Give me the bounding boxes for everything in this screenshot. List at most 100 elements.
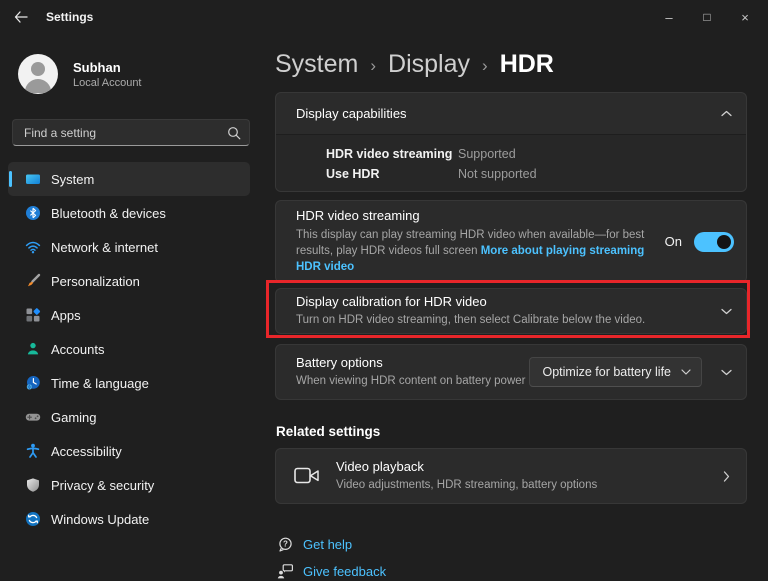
capability-label: HDR video streaming — [326, 147, 458, 161]
sidebar-item-label: Apps — [51, 308, 81, 323]
related-settings-heading: Related settings — [276, 424, 380, 439]
get-help-label: Get help — [303, 537, 352, 552]
sidebar-item-label: Network & internet — [51, 240, 158, 255]
video-playback-card[interactable]: Video playback Video adjustments, HDR st… — [275, 448, 747, 504]
time-language-icon — [25, 375, 41, 391]
battery-options-description: When viewing HDR content on battery powe… — [296, 373, 529, 389]
selection-indicator — [9, 171, 12, 187]
capability-value: Supported — [458, 147, 516, 161]
avatar[interactable] — [18, 54, 58, 94]
sidebar-item-gaming[interactable]: Gaming — [8, 400, 250, 434]
settings-window: Settings – □ × Subhan Local Account — [0, 0, 768, 581]
toggle-knob — [717, 235, 731, 249]
give-feedback-label: Give feedback — [303, 564, 386, 579]
battery-options-card: Battery options When viewing HDR content… — [275, 344, 747, 400]
dropdown-selected-value: Optimize for battery life — [542, 365, 671, 379]
chevron-up-icon[interactable] — [720, 108, 732, 120]
capability-row: HDR video streaming Supported — [276, 144, 746, 164]
gaming-icon — [25, 409, 41, 425]
sidebar-item-label: Personalization — [51, 274, 140, 289]
display-calibration-text: Display calibration for HDR video Turn o… — [296, 294, 720, 328]
breadcrumb-separator: › — [482, 53, 488, 76]
toggle-state-label: On — [665, 234, 682, 249]
sidebar: Subhan Local Account System — [0, 34, 262, 581]
video-playback-icon — [294, 466, 320, 486]
display-calibration-card[interactable]: Display calibration for HDR video Turn o… — [275, 288, 747, 334]
chevron-right-icon — [720, 470, 732, 482]
search-icon[interactable] — [223, 126, 245, 140]
breadcrumb-display[interactable]: Display — [388, 50, 470, 79]
chevron-down-icon[interactable] — [720, 305, 732, 317]
display-calibration-description: Turn on HDR video streaming, then select… — [296, 312, 720, 328]
network-icon — [25, 239, 41, 255]
sidebar-item-personalization[interactable]: Personalization — [8, 264, 250, 298]
get-help-link[interactable]: ? Get help — [277, 536, 352, 553]
hdr-video-streaming-title: HDR video streaming — [296, 208, 665, 223]
display-capabilities-body: HDR video streaming Supported Use HDR No… — [276, 134, 746, 192]
capability-value: Not supported — [458, 167, 537, 181]
accounts-icon — [25, 341, 41, 357]
sidebar-item-network-internet[interactable]: Network & internet — [8, 230, 250, 264]
get-help-icon: ? — [277, 536, 294, 553]
sidebar-item-label: Accessibility — [51, 444, 122, 459]
sidebar-item-label: Time & language — [51, 376, 149, 391]
display-capabilities-title: Display capabilities — [296, 106, 720, 121]
avatar-body — [25, 79, 51, 93]
sidebar-item-system[interactable]: System — [8, 162, 250, 196]
sidebar-item-label: System — [51, 172, 94, 187]
window-title: Settings — [46, 10, 93, 24]
search-box[interactable] — [12, 119, 250, 146]
hdr-streaming-toggle[interactable] — [694, 232, 734, 252]
hdr-video-streaming-description: This display can play streaming HDR vide… — [296, 227, 665, 275]
video-playback-text: Video playback Video adjustments, HDR st… — [336, 459, 720, 493]
sidebar-item-label: Privacy & security — [51, 478, 154, 493]
capability-label: Use HDR — [326, 167, 458, 181]
system-icon — [25, 171, 41, 187]
breadcrumb-system[interactable]: System — [275, 50, 358, 79]
sidebar-item-label: Gaming — [51, 410, 97, 425]
breadcrumb-separator: › — [370, 53, 376, 76]
sidebar-item-time-language[interactable]: Time & language — [8, 366, 250, 400]
battery-options-title: Battery options — [296, 355, 529, 370]
hdr-video-streaming-text: HDR video streaming This display can pla… — [296, 208, 665, 275]
sidebar-item-label: Bluetooth & devices — [51, 206, 166, 221]
windows-update-icon — [25, 511, 41, 527]
chevron-down-icon — [681, 369, 691, 375]
avatar-head — [31, 62, 45, 76]
sidebar-nav: System Bluetooth & devices — [8, 162, 250, 536]
breadcrumb-current-hdr: HDR — [500, 50, 554, 79]
sidebar-item-accounts[interactable]: Accounts — [8, 332, 250, 366]
sidebar-item-label: Windows Update — [51, 512, 149, 527]
accessibility-icon — [25, 443, 41, 459]
battery-options-dropdown[interactable]: Optimize for battery life — [529, 357, 702, 387]
bluetooth-icon — [25, 205, 41, 221]
video-playback-title: Video playback — [336, 459, 720, 474]
sidebar-item-bluetooth-devices[interactable]: Bluetooth & devices — [8, 196, 250, 230]
privacy-security-icon — [25, 477, 41, 493]
sidebar-item-privacy-security[interactable]: Privacy & security — [8, 468, 250, 502]
sidebar-item-label: Accounts — [51, 342, 104, 357]
apps-icon — [25, 307, 41, 323]
video-playback-description: Video adjustments, HDR streaming, batter… — [336, 477, 720, 493]
back-button[interactable] — [10, 7, 32, 27]
main-content: System › Display › HDR Display capabilit… — [275, 0, 747, 581]
breadcrumb: System › Display › HDR — [275, 46, 554, 82]
sidebar-item-windows-update[interactable]: Windows Update — [8, 502, 250, 536]
give-feedback-link[interactable]: Give feedback — [277, 563, 386, 580]
capability-row: Use HDR Not supported — [276, 164, 746, 184]
display-calibration-title: Display calibration for HDR video — [296, 294, 720, 309]
display-capabilities-header[interactable]: Display capabilities — [276, 93, 746, 134]
svg-text:?: ? — [283, 540, 288, 549]
give-feedback-icon — [277, 563, 294, 580]
user-account-type: Local Account — [73, 77, 142, 89]
chevron-down-icon[interactable] — [720, 366, 732, 378]
search-input[interactable] — [13, 126, 223, 140]
sidebar-item-apps[interactable]: Apps — [8, 298, 250, 332]
hdr-toggle-group: On — [665, 232, 734, 252]
personalization-icon — [25, 273, 41, 289]
battery-options-text: Battery options When viewing HDR content… — [296, 355, 529, 389]
back-arrow-icon — [13, 10, 29, 24]
sidebar-item-accessibility[interactable]: Accessibility — [8, 434, 250, 468]
display-capabilities-card: Display capabilities HDR video streaming… — [275, 92, 747, 192]
hdr-video-streaming-card: HDR video streaming This display can pla… — [275, 200, 747, 283]
